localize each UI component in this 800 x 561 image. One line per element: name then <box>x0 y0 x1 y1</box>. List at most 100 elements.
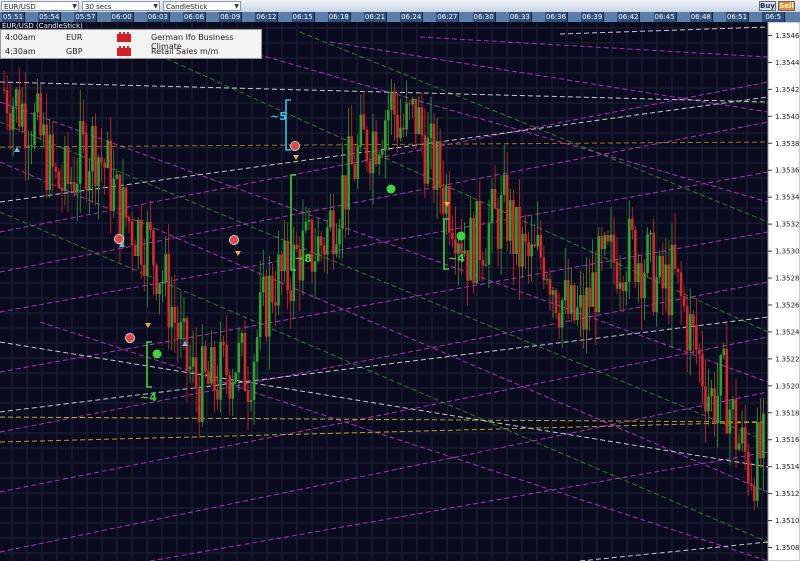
candle <box>57 171 61 188</box>
interval-dropdown[interactable]: 30 secs ▼ <box>82 1 160 11</box>
candle <box>429 123 433 138</box>
y-tick-label: 1.3540 <box>775 113 800 121</box>
candle <box>591 272 594 307</box>
y-tick-label: 1.3534 <box>775 194 800 202</box>
candle <box>219 341 222 400</box>
candle <box>530 244 533 257</box>
candle <box>524 233 527 242</box>
candle <box>82 120 85 135</box>
candle <box>133 245 137 257</box>
candle <box>411 98 414 105</box>
candle <box>685 306 689 351</box>
candle <box>152 230 155 266</box>
candle <box>399 127 402 138</box>
candle <box>362 114 366 130</box>
candle <box>5 90 9 114</box>
candle <box>353 164 357 179</box>
candle <box>423 135 427 184</box>
candle <box>487 223 491 265</box>
candle <box>420 107 424 136</box>
candle <box>701 354 704 387</box>
candle <box>66 146 70 185</box>
candle <box>194 357 198 389</box>
candle <box>536 235 540 247</box>
sell-signal-dot <box>114 234 124 244</box>
candle <box>63 146 67 191</box>
candle <box>243 333 247 391</box>
candle <box>579 295 582 308</box>
buy-button[interactable]: Buy <box>759 1 776 11</box>
candle <box>533 244 536 247</box>
candle <box>359 114 363 147</box>
candle <box>527 241 530 257</box>
x-tick-label: 06:24 <box>400 12 424 22</box>
candle <box>335 244 338 255</box>
candle <box>207 371 210 384</box>
candle <box>261 276 265 293</box>
candle <box>435 141 439 190</box>
candle <box>631 218 634 230</box>
candle <box>103 162 106 168</box>
y-tick-label: 1.3530 <box>775 248 800 256</box>
candle <box>570 285 573 314</box>
candle <box>30 145 33 147</box>
candle <box>539 235 543 258</box>
candle <box>191 357 195 367</box>
candle <box>509 200 512 241</box>
y-tick-label: 1.3520 <box>775 382 800 390</box>
candle <box>60 187 64 191</box>
impact-icon <box>117 46 131 56</box>
news-row[interactable]: 4:00am EUR German Ifo Business Climate <box>1 31 261 51</box>
candle <box>21 103 24 127</box>
candle <box>216 390 219 400</box>
candle <box>408 103 411 105</box>
candle <box>563 280 567 301</box>
candle <box>753 485 756 502</box>
candle <box>743 427 747 452</box>
candle <box>365 129 369 162</box>
candle <box>167 254 170 328</box>
x-tick-label: 06:00 <box>110 12 134 22</box>
symbol-dropdown[interactable]: EUR/USD ▼ <box>1 1 79 11</box>
time-axis: 05:51 05:54 05:57 06:00 06:03 06:06 06:09 06:12… <box>0 12 800 22</box>
candle <box>338 228 341 245</box>
candle <box>237 342 241 373</box>
candle <box>274 302 277 306</box>
price-axis <box>767 22 800 561</box>
chart-style-label: CandleStick <box>166 3 208 11</box>
candle <box>85 134 88 190</box>
candlestick-chart[interactable]: 1.3546 1.3544 1.3542 1.3540 1.3538 1.3536 1.35… <box>0 22 800 561</box>
candle <box>112 178 116 211</box>
candle <box>594 272 597 312</box>
candle <box>441 187 445 214</box>
candle <box>36 93 39 113</box>
candle <box>600 236 604 249</box>
candle <box>289 290 292 302</box>
sell-button[interactable]: Sell <box>778 1 795 11</box>
candle <box>719 355 723 396</box>
candle <box>640 263 643 299</box>
candle <box>670 244 674 316</box>
chart-style-dropdown[interactable]: CandleStick ▼ <box>163 1 241 11</box>
candle <box>197 388 201 423</box>
news-row[interactable]: 4:30am GBP Retail Sales m/m <box>1 45 261 59</box>
x-tick-label: 06:15 <box>291 12 315 22</box>
sell-signal-dot <box>229 235 239 245</box>
x-tick-label: 06:33 <box>508 12 532 22</box>
candle <box>149 221 152 231</box>
y-tick-label: 1.3512 <box>775 490 800 498</box>
candle <box>78 120 82 184</box>
buy-signal-dot <box>456 231 466 241</box>
buy-signal-dot <box>386 184 396 194</box>
candle <box>713 388 716 423</box>
candle <box>188 366 192 370</box>
candle <box>283 240 286 272</box>
candle <box>762 413 765 459</box>
candle <box>609 234 613 242</box>
candle <box>707 396 710 412</box>
candle <box>326 227 329 255</box>
candle <box>319 236 323 246</box>
candle <box>255 337 259 362</box>
candle <box>573 285 576 320</box>
candle <box>731 399 735 410</box>
